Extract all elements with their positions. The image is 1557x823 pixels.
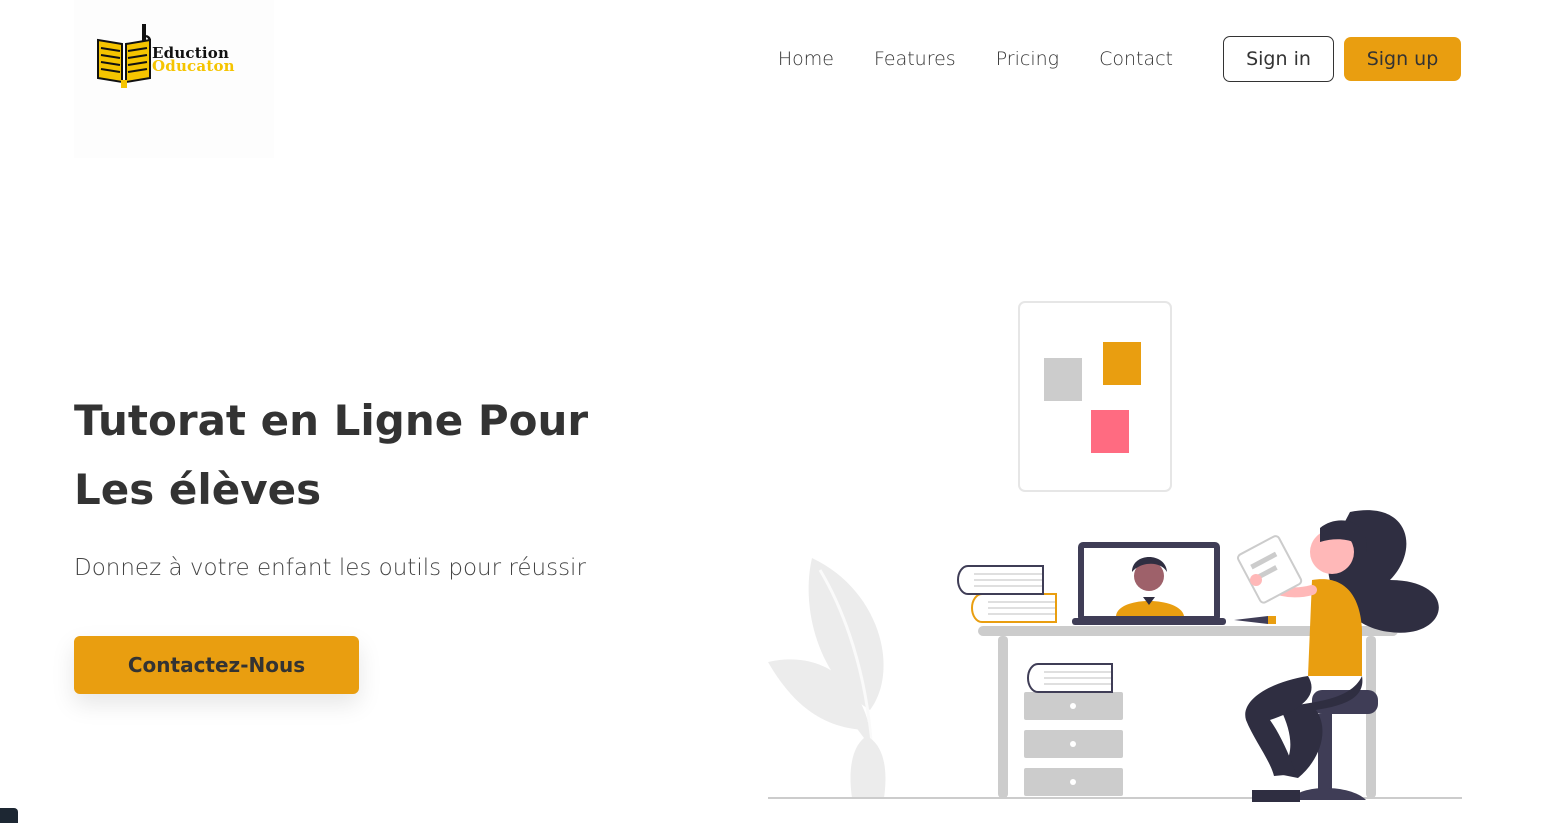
main-nav: Home Features Pricing Contact Sign in Si… [778,36,1461,82]
nav-features[interactable]: Features [874,36,956,82]
student-woman [1237,510,1439,802]
landing-page: Eduction Oducaton Home Features Pricing … [0,0,1557,823]
nav-home[interactable]: Home [778,36,834,82]
drawers [1024,663,1123,796]
laptop [1072,542,1226,625]
book-stack [957,565,1057,623]
corner-widget-tab[interactable] [0,808,18,823]
plant [768,558,886,798]
nav-contact[interactable]: Contact [1099,36,1173,82]
logo-word-secondary: Oducaton [152,57,235,75]
hero-title: Tutorat en Ligne Pour Les élèves [74,386,694,524]
hero-title-line2: Les élèves [74,465,322,514]
hero-title-line1: Tutorat en Ligne Pour [74,396,589,445]
open-book-icon [97,24,151,88]
online-tutoring-illustration [768,301,1462,802]
nav-pricing[interactable]: Pricing [996,36,1059,82]
logo[interactable]: Eduction Oducaton [74,0,274,158]
sign-in-button[interactable]: Sign in [1223,36,1334,82]
hero-subtitle: Donnez à votre enfant les outils pour ré… [74,555,586,581]
sign-up-button[interactable]: Sign up [1344,37,1461,81]
wall-board [1018,301,1172,492]
contact-us-button[interactable]: Contactez-Nous [74,636,359,694]
